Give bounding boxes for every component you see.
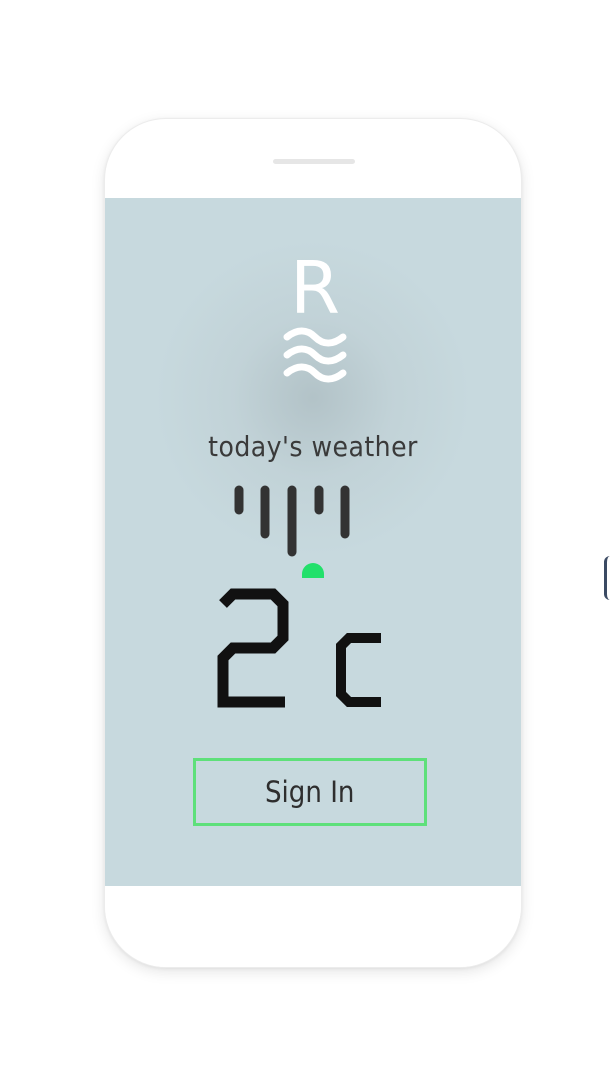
sign-in-button[interactable]: Sign In bbox=[193, 758, 427, 826]
r-waves-logo-icon: R bbox=[283, 251, 347, 383]
weather-gauge-icon bbox=[234, 485, 350, 578]
canvas: R today's weather Sign In bbox=[0, 0, 610, 1070]
adjacent-device-edge bbox=[604, 556, 610, 600]
subtitle: today's weather bbox=[208, 430, 418, 463]
temperature-value: 2 bbox=[217, 588, 289, 708]
temperature-unit: c bbox=[336, 633, 381, 707]
logo-letter: R bbox=[290, 251, 340, 330]
sign-in-label: Sign In bbox=[265, 775, 355, 809]
phone-speaker bbox=[273, 159, 355, 164]
app-screen: R today's weather Sign In bbox=[105, 198, 521, 886]
phone-bottom-bezel bbox=[105, 886, 521, 967]
phone-mockup: R today's weather Sign In bbox=[104, 118, 522, 968]
indicator-dot bbox=[302, 563, 324, 578]
